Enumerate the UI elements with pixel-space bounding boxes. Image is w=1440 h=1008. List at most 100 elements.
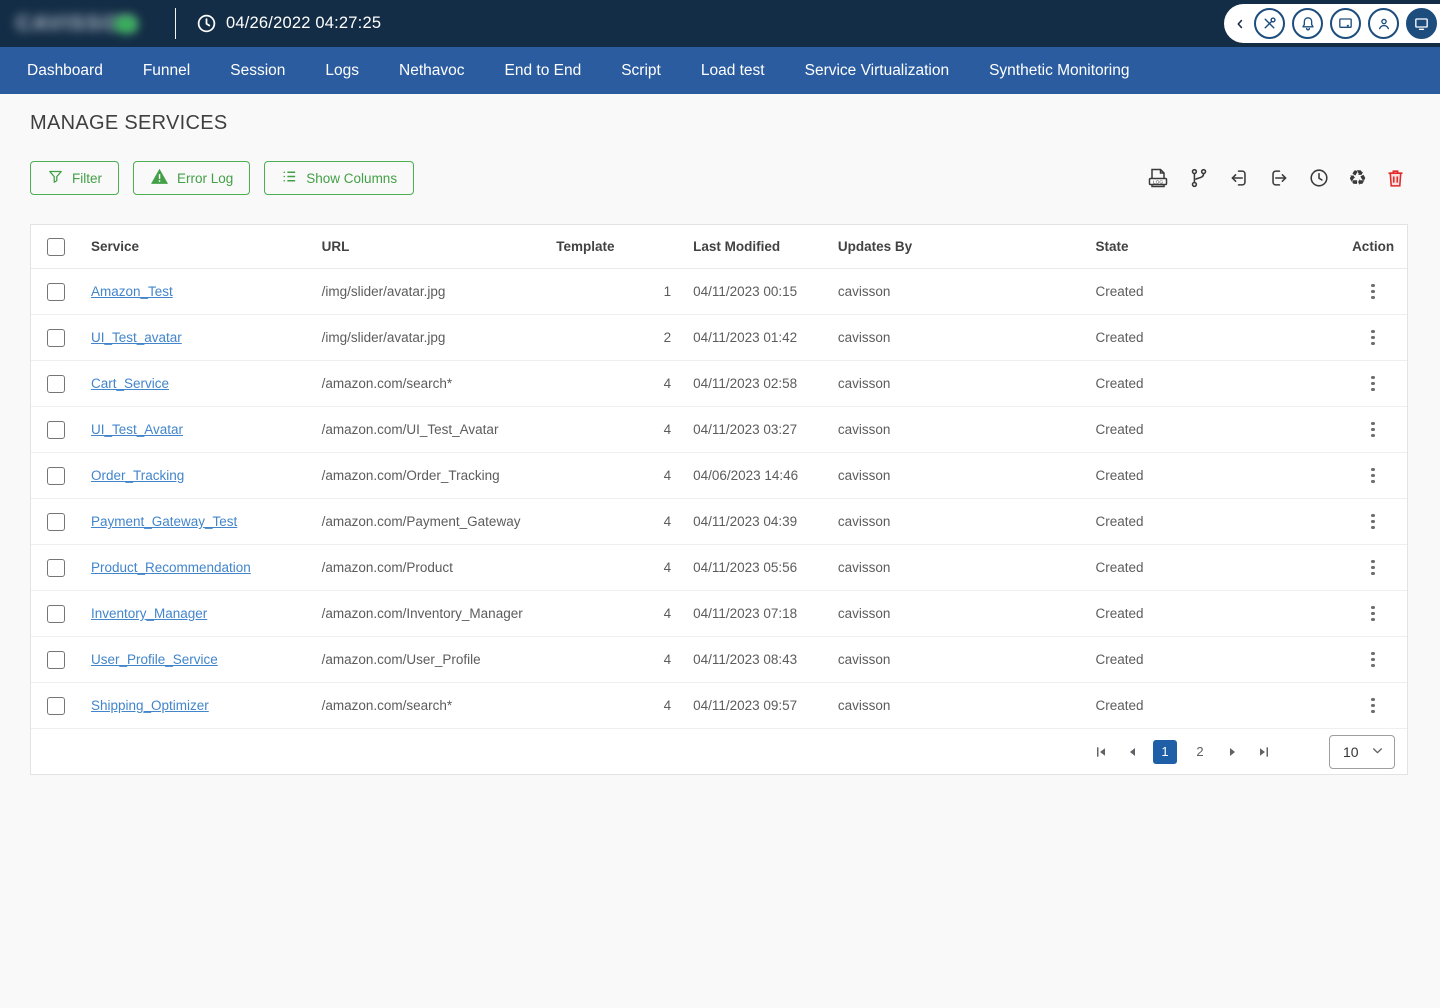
table-header-row: Service URL Template Last Modified Updat… [31,225,1407,269]
nav-item-load-test[interactable]: Load test [701,62,765,80]
service-url: /amazon.com/search* [321,698,453,713]
last-page-icon[interactable] [1254,742,1274,762]
row-checkbox[interactable] [47,328,65,347]
column-header-action: Action [1352,239,1395,254]
table-icon-toolbar: LOG ♻ [1144,164,1408,192]
recycle-icon[interactable]: ♻ [1346,166,1369,191]
column-header-template: Template [556,239,615,254]
services-table: Service URL Template Last Modified Updat… [30,224,1408,775]
row-checkbox[interactable] [47,650,65,669]
import-icon[interactable] [1226,165,1252,191]
service-link[interactable]: Shipping_Optimizer [91,698,209,713]
row-action-kebab-icon[interactable] [1365,280,1381,304]
nav-item-session[interactable]: Session [230,62,285,80]
logo-green-dot [114,15,138,33]
row-action-kebab-icon[interactable] [1365,464,1381,488]
main-content: MANAGE SERVICES Filter Error Log Show Co… [0,112,1440,775]
version-branch-icon[interactable] [1186,165,1212,191]
filter-label: Filter [72,170,102,186]
nav-item-synthetic-monitoring[interactable]: Synthetic Monitoring [989,62,1129,80]
page-number-1[interactable]: 1 [1153,739,1177,764]
monitor-icon[interactable] [1406,8,1437,39]
nav-item-service-virtualization[interactable]: Service Virtualization [805,62,949,80]
column-header-service: Service [90,239,139,254]
topbar: CAVISSON 04/26/2022 04:27:25 [0,0,1440,47]
service-link[interactable]: Inventory_Manager [91,606,207,621]
service-state: Created [1095,652,1144,667]
history-clock-icon[interactable] [1306,165,1332,191]
error-log-button[interactable]: Error Log [133,161,251,195]
desktop-icon[interactable] [1330,8,1361,39]
service-url: /amazon.com/Inventory_Manager [321,606,523,621]
topbar-quick-actions [1224,4,1440,43]
chevron-down-icon [1371,744,1384,760]
service-updates-by: cavisson [837,422,891,437]
row-action-kebab-icon[interactable] [1365,602,1381,626]
nav-item-logs[interactable]: Logs [325,62,359,80]
service-link[interactable]: Amazon_Test [91,284,173,299]
row-action-kebab-icon[interactable] [1365,372,1381,396]
row-action-kebab-icon[interactable] [1365,556,1381,580]
service-template: 2 [663,330,672,345]
nav-item-funnel[interactable]: Funnel [143,62,190,80]
service-last-modified: 04/11/2023 08:43 [693,652,798,667]
service-link[interactable]: Payment_Gateway_Test [91,514,237,529]
log-file-icon[interactable]: LOG [1144,164,1172,192]
service-link[interactable]: User_Profile_Service [91,652,218,667]
row-checkbox[interactable] [47,604,65,623]
row-action-kebab-icon[interactable] [1365,510,1381,534]
service-last-modified: 04/11/2023 09:57 [693,698,798,713]
page-number-2[interactable]: 2 [1188,740,1212,764]
row-action-kebab-icon[interactable] [1365,648,1381,672]
nav-item-script[interactable]: Script [621,62,661,80]
page-title: MANAGE SERVICES [30,112,228,134]
service-template: 4 [663,376,672,391]
filter-button[interactable]: Filter [30,161,119,195]
bell-icon[interactable] [1292,8,1323,39]
row-checkbox[interactable] [47,558,65,577]
clock-icon [196,13,217,34]
service-url: /amazon.com/UI_Test_Avatar [321,422,499,437]
row-checkbox[interactable] [47,282,65,301]
service-link[interactable]: UI_Test_Avatar [91,422,183,437]
next-page-icon[interactable] [1223,742,1243,762]
service-updates-by: cavisson [837,652,891,667]
export-icon[interactable] [1266,165,1292,191]
service-last-modified: 04/11/2023 05:56 [693,560,798,575]
page-size-value: 10 [1343,743,1359,760]
service-link[interactable]: Product_Recommendation [91,560,251,575]
nav-item-nethavoc[interactable]: Nethavoc [399,62,464,80]
service-state: Created [1095,376,1144,391]
row-action-kebab-icon[interactable] [1365,326,1381,350]
show-columns-label: Show Columns [306,170,398,186]
page-size-select[interactable]: 10 [1329,734,1395,769]
row-action-kebab-icon[interactable] [1365,694,1381,718]
first-page-icon[interactable] [1091,742,1111,762]
delete-trash-icon[interactable] [1383,165,1408,191]
service-link[interactable]: Order_Tracking [91,468,184,483]
column-header-last-modified: Last Modified [693,239,781,254]
tools-icon[interactable] [1254,8,1285,39]
cavisson-logo: CAVISSON [16,9,162,39]
nav-item-dashboard[interactable]: Dashboard [27,62,103,80]
service-last-modified: 04/11/2023 04:39 [693,514,798,529]
user-icon[interactable] [1368,8,1399,39]
service-last-modified: 04/06/2023 14:46 [693,468,799,483]
row-checkbox[interactable] [47,466,65,485]
service-state: Created [1095,284,1144,299]
select-all-checkbox[interactable] [47,237,65,256]
service-last-modified: 04/11/2023 03:27 [693,422,798,437]
row-checkbox[interactable] [47,696,65,715]
service-template: 4 [663,698,672,713]
service-url: /amazon.com/Product [321,560,453,575]
row-checkbox[interactable] [47,420,65,439]
show-columns-button[interactable]: Show Columns [264,161,415,195]
row-action-kebab-icon[interactable] [1365,418,1381,442]
nav-item-end-to-end[interactable]: End to End [505,62,582,80]
row-checkbox[interactable] [47,374,65,393]
previous-page-icon[interactable] [1122,742,1142,762]
chevron-left-icon[interactable] [1233,17,1247,31]
row-checkbox[interactable] [47,512,65,531]
service-link[interactable]: Cart_Service [91,376,169,391]
service-link[interactable]: UI_Test_avatar [91,330,182,345]
